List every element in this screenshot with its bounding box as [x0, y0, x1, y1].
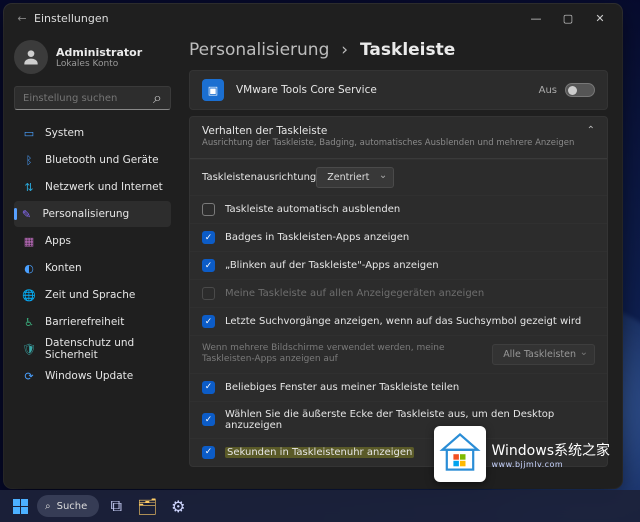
systray-app-row[interactable]: ▣ VMware Tools Core Service Aus — [190, 71, 607, 109]
checkbox[interactable]: ✓ — [202, 259, 215, 272]
search-icon: ⌕ — [45, 501, 51, 512]
sidebar-item-system[interactable]: ▭System — [14, 120, 171, 146]
back-button[interactable]: ← — [10, 12, 34, 25]
windows-icon — [13, 499, 28, 514]
checkbox — [202, 287, 215, 300]
checkbox-row[interactable]: ✓ Badges in Taskleisten-Apps anzeigen — [190, 223, 607, 251]
checkbox-row[interactable]: Taskleiste automatisch ausblenden — [190, 195, 607, 223]
nav: ▭System ᛒBluetooth und Geräte ⇅Netzwerk … — [14, 120, 171, 389]
sidebar-item-accessibility[interactable]: ♿Barrierefreiheit — [14, 309, 171, 335]
alignment-row: Taskleistenausrichtung Zentriert — [190, 159, 607, 195]
close-button[interactable]: ✕ — [584, 5, 616, 31]
window-title: Einstellungen — [34, 12, 109, 25]
main-pane: Personalisierung › Taskleiste ▣ VMware T… — [179, 32, 622, 488]
breadcrumb: Personalisierung › Taskleiste — [189, 36, 608, 70]
settings-taskbar-button[interactable]: ⚙ — [164, 494, 192, 518]
sidebar-item-bluetooth[interactable]: ᛒBluetooth und Geräte — [14, 147, 171, 173]
checkbox[interactable]: ✓ — [202, 413, 215, 426]
explorer-button[interactable]: 🗂 — [133, 494, 161, 518]
checkbox-row[interactable]: ✓ Letzte Suchvorgänge anzeigen, wenn auf… — [190, 307, 607, 335]
checkbox[interactable]: ✓ — [202, 231, 215, 244]
sidebar-item-update[interactable]: ⟳Windows Update — [14, 363, 171, 389]
account-name: Administrator — [56, 46, 142, 59]
checkbox[interactable] — [202, 203, 215, 216]
sidebar-item-personalization[interactable]: ✎Personalisierung — [14, 201, 171, 227]
sidebar-item-apps[interactable]: ▦Apps — [14, 228, 171, 254]
toggle-switch[interactable] — [565, 83, 595, 97]
titlebar: ← Einstellungen — ▢ ✕ — [4, 4, 622, 32]
multi-display-dropdown: Alle Taskleisten — [492, 344, 595, 365]
settings-window: ← Einstellungen — ▢ ✕ Administrator Loka… — [4, 4, 622, 488]
vmware-icon: ▣ — [202, 79, 224, 101]
sidebar-item-time[interactable]: 🌐Zeit und Sprache — [14, 282, 171, 308]
sidebar-item-privacy[interactable]: 🛡Datenschutz und Sicherheit — [14, 336, 171, 362]
checkbox[interactable]: ✓ — [202, 381, 215, 394]
breadcrumb-prev[interactable]: Personalisierung — [189, 40, 329, 60]
behaviors-card: Verhalten der Taskleiste Ausrichtung der… — [189, 116, 608, 467]
taskbar: ⌕ Suche ⧉ 🗂 ⚙ — [0, 490, 640, 522]
account-block[interactable]: Administrator Lokales Konto — [14, 34, 171, 84]
sidebar-item-accounts[interactable]: ◐Konten — [14, 255, 171, 281]
taskbar-search[interactable]: ⌕ Suche — [37, 495, 99, 517]
account-sub: Lokales Konto — [56, 59, 142, 69]
checkbox[interactable]: ✓ — [202, 446, 215, 459]
checkbox-row[interactable]: ✓ Beliebiges Fenster aus meiner Taskleis… — [190, 373, 607, 401]
multi-display-row: Wenn mehrere Bildschirme verwendet werde… — [190, 335, 607, 373]
chevron-up-icon: ⌃ — [587, 125, 595, 136]
watermark: Windows系统之家 www.bjjmlv.com — [434, 426, 611, 482]
breadcrumb-current: Taskleiste — [360, 40, 455, 60]
task-view-button[interactable]: ⧉ — [102, 494, 130, 518]
search-icon: ⌕ — [153, 88, 162, 108]
sidebar-item-network[interactable]: ⇅Netzwerk und Internet — [14, 174, 171, 200]
house-icon — [438, 430, 482, 474]
checkbox-row[interactable]: ✓ „Blinken auf der Taskleiste"-Apps anze… — [190, 251, 607, 279]
alignment-dropdown[interactable]: Zentriert — [316, 167, 394, 188]
start-button[interactable] — [6, 494, 34, 518]
checkbox[interactable]: ✓ — [202, 315, 215, 328]
maximize-button[interactable]: ▢ — [552, 5, 584, 31]
chevron-right-icon: › — [341, 40, 348, 60]
checkbox-row-disabled: Meine Taskleiste auf allen Anzeigegeräte… — [190, 279, 607, 307]
search-box[interactable]: ⌕ — [14, 86, 171, 110]
search-input[interactable] — [23, 93, 153, 104]
behaviors-header[interactable]: Verhalten der Taskleiste Ausrichtung der… — [190, 117, 607, 159]
avatar — [14, 40, 48, 74]
minimize-button[interactable]: — — [520, 5, 552, 31]
sidebar: Administrator Lokales Konto ⌕ ▭System ᛒB… — [4, 32, 179, 488]
